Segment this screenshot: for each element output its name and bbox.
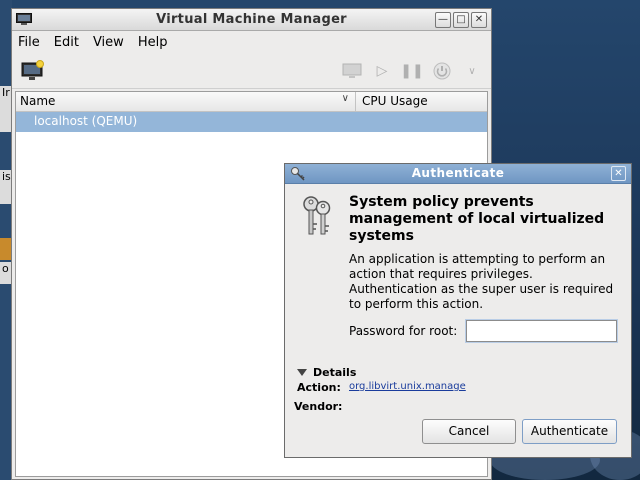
dialog-titlebar[interactable]: Authenticate ✕ [285,164,631,184]
password-input[interactable] [465,319,618,343]
triangle-down-icon [297,369,307,376]
keys-icon [303,196,331,235]
menu-edit[interactable]: Edit [54,35,79,50]
pause-icon[interactable]: ❚❚ [400,61,423,81]
close-button[interactable]: ✕ [471,12,487,28]
dialog-title: Authenticate [411,166,505,180]
vmm-titlebar[interactable]: Virtual Machine Manager — □ ✕ [12,9,491,31]
menu-file[interactable]: File [18,35,40,50]
dialog-message: An application is attempting to perform … [349,252,614,311]
dialog-heading: System policy prevents management of loc… [349,194,605,244]
new-vm-icon[interactable] [21,59,45,83]
column-header-cpu[interactable]: CPU Usage [356,92,434,111]
console-icon[interactable] [341,61,363,81]
cancel-button[interactable]: Cancel [422,419,516,444]
close-icon[interactable]: ✕ [611,166,626,181]
menu-help[interactable]: Help [138,35,168,50]
authenticate-dialog: Authenticate ✕ System policy prevents ma… [284,163,632,458]
action-link[interactable]: org.libvirt.unix.manage [349,381,466,392]
toolbar: ▷ ❚❚ ∨ [12,53,491,89]
chevron-down-icon[interactable]: ∨ [342,93,349,104]
connection-name: localhost (QEMU) [34,114,138,128]
details-expander[interactable]: Details [297,366,356,379]
maximize-button[interactable]: □ [453,12,469,28]
list-item[interactable]: localhost (QEMU) [16,112,487,132]
authenticate-button[interactable]: Authenticate [522,419,617,444]
menubar: File Edit View Help [12,31,491,53]
column-header-name-label: Name [20,94,56,108]
action-label: Action: [297,381,341,394]
menu-view[interactable]: View [93,35,124,50]
details-label: Details [313,366,357,379]
vmm-window-title: Virtual Machine Manager [156,12,347,27]
column-header-cpu-label: CPU Usage [362,94,428,108]
chevron-down-icon[interactable]: ∨ [461,61,483,81]
minimize-button[interactable]: — [435,12,451,28]
play-icon[interactable]: ▷ [371,61,393,81]
password-label: Password for root: [349,324,458,338]
vendor-label: Vendor: [294,400,343,413]
power-icon[interactable] [431,61,453,81]
list-header: Name ∨ CPU Usage [16,92,487,112]
column-header-name[interactable]: Name ∨ [16,92,356,111]
